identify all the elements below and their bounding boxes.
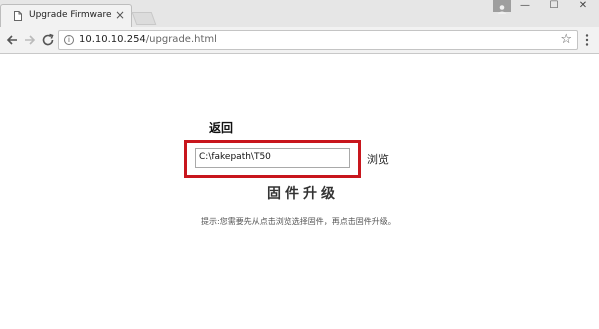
new-tab-button[interactable] xyxy=(131,12,157,25)
maximize-button[interactable]: ☐ xyxy=(543,0,565,14)
tab-upgrade-firmware[interactable]: Upgrade Firmware × xyxy=(0,4,132,27)
bookmark-star-icon[interactable]: ☆ xyxy=(560,32,572,47)
tab-close-icon[interactable]: × xyxy=(115,9,125,21)
close-window-button[interactable]: ✕ xyxy=(572,0,594,14)
browser-window: Upgrade Firmware × — ☐ ✕ i 10.10.10.254/… xyxy=(0,0,599,329)
minimize-button[interactable]: — xyxy=(514,0,536,14)
forward-arrow-icon[interactable] xyxy=(22,32,38,48)
url-path: /upgrade.html xyxy=(145,34,217,45)
address-bar[interactable]: i 10.10.10.254/upgrade.html ☆ xyxy=(58,30,578,50)
tab-title: Upgrade Firmware xyxy=(29,10,112,20)
firmware-file-input[interactable]: C:\fakepath\T50 xyxy=(195,148,350,168)
url-text: 10.10.10.254/upgrade.html xyxy=(79,34,217,45)
info-icon[interactable]: i xyxy=(64,35,74,45)
hint-text: 提示:您需要先从点击浏览选择固件，再点击固件升级。 xyxy=(201,217,396,226)
page-content: 返回 C:\fakepath\T50 浏览 固件升级 提示:您需要先从点击浏览选… xyxy=(0,54,599,329)
back-arrow-icon[interactable] xyxy=(4,32,20,48)
person-icon xyxy=(497,5,507,14)
menu-dots-icon[interactable] xyxy=(584,33,590,47)
back-link[interactable]: 返回 xyxy=(209,119,233,136)
browser-toolbar: i 10.10.10.254/upgrade.html ☆ xyxy=(0,27,599,54)
tab-bar: Upgrade Firmware × — ☐ ✕ xyxy=(0,0,599,27)
url-host: 10.10.10.254 xyxy=(79,34,146,45)
reload-icon[interactable] xyxy=(40,32,56,48)
user-profile-icon[interactable] xyxy=(493,0,511,14)
browse-button[interactable]: 浏览 xyxy=(367,151,389,167)
page-icon xyxy=(14,11,22,21)
upgrade-firmware-button[interactable]: 固件升级 xyxy=(267,183,339,203)
